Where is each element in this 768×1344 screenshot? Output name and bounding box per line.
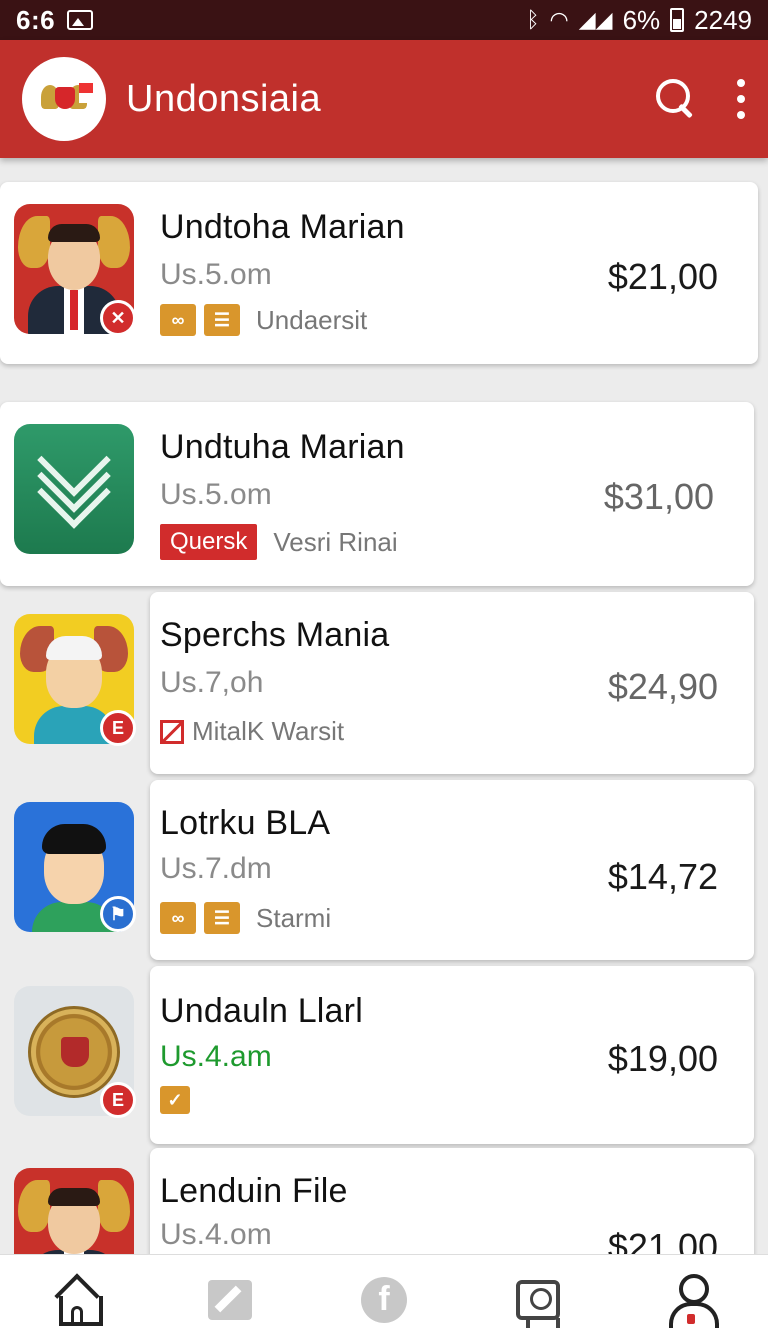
home-icon xyxy=(55,1278,103,1326)
app-bar: Undonsiaia xyxy=(0,40,768,158)
edit-badge-icon: E xyxy=(100,710,136,746)
list-item[interactable]: ✕ Undtoha Marian Us.5.om ∞ ☰ Undaersit $… xyxy=(0,182,758,364)
status-clock: 2249 xyxy=(694,4,752,35)
emblem-icon xyxy=(41,79,93,119)
nav-profile[interactable] xyxy=(661,1270,721,1330)
nav-edit[interactable] xyxy=(200,1270,260,1330)
item-title: Undtuha Marian xyxy=(160,428,405,466)
document-tag-icon: ☰ xyxy=(204,304,240,336)
app-actions xyxy=(656,79,746,119)
edit-icon xyxy=(208,1279,253,1320)
bluetooth-icon: ᛒ xyxy=(526,7,540,32)
photo-icon xyxy=(515,1279,560,1328)
link-tag-icon: ∞ xyxy=(160,902,196,934)
tools-badge-icon: ✕ xyxy=(100,300,136,336)
item-title: Lenduin File xyxy=(160,1172,348,1210)
bottom-navigation: f xyxy=(0,1254,768,1344)
wifi-icon: ◠ xyxy=(549,7,569,32)
item-subtitle: Us.4.am xyxy=(160,1040,272,1073)
item-tags: Quersk Vesri Rinai xyxy=(160,524,398,560)
item-title: Lotrku BLA xyxy=(160,804,331,842)
status-time: 6:6 xyxy=(16,4,56,35)
item-price: $14,72 xyxy=(607,856,718,897)
item-tag-label: Undaersit xyxy=(256,304,368,335)
link-tag-icon: ∞ xyxy=(160,304,196,336)
item-price: $24,90 xyxy=(607,666,718,707)
flag-badge-icon: ⚑ xyxy=(100,896,136,932)
item-tag-label: Vesri Rinai xyxy=(273,526,398,557)
item-title: Sperchs Mania xyxy=(160,616,390,654)
unavailable-tag-icon xyxy=(160,719,184,744)
battery-icon xyxy=(670,8,685,32)
document-tag-icon: ☰ xyxy=(204,902,240,934)
product-list: ✕ Undtoha Marian Us.5.om ∞ ☰ Undaersit $… xyxy=(0,158,768,1254)
status-bar: 6:6 ᛒ ◠ ◢◢ 6% 2249 xyxy=(0,0,768,40)
nav-photo[interactable] xyxy=(508,1270,568,1330)
list-item[interactable]: Undtuha Marian Us.5.om Quersk Vesri Rina… xyxy=(0,402,754,586)
item-thumbnail xyxy=(14,1168,134,1254)
item-tag-badge: Quersk xyxy=(160,524,258,560)
image-icon xyxy=(67,10,94,30)
item-tags: MitalK Warsit xyxy=(160,716,344,747)
signal-icon: ◢◢ xyxy=(578,7,613,32)
item-subtitle: Us.4.om xyxy=(160,1218,272,1251)
facebook-icon: f xyxy=(360,1276,407,1323)
item-price: $31,00 xyxy=(603,476,714,517)
item-title: Undtoha Marian xyxy=(160,208,405,246)
check-tag-icon: ✓ xyxy=(160,1086,190,1114)
nav-facebook[interactable]: f xyxy=(354,1270,414,1330)
app-logo[interactable] xyxy=(22,57,106,141)
nav-home[interactable] xyxy=(47,1270,107,1330)
item-subtitle: Us.5.om xyxy=(160,478,272,511)
search-icon[interactable] xyxy=(656,79,696,119)
item-thumbnail xyxy=(14,424,134,554)
profile-icon xyxy=(667,1273,720,1328)
app-title: Undonsiaia xyxy=(126,77,322,120)
item-price: $21.00 xyxy=(607,1226,718,1254)
item-price: $21,00 xyxy=(607,256,718,297)
item-tag-label: Starmi xyxy=(256,902,332,933)
item-subtitle: Us.7.dm xyxy=(160,852,272,885)
item-tags: ✓ xyxy=(160,1086,190,1114)
item-title: Undauln Llarl xyxy=(160,992,363,1030)
edit-badge-icon: E xyxy=(100,1082,136,1118)
more-options-icon[interactable] xyxy=(736,79,746,119)
item-subtitle: Us.7,oh xyxy=(160,666,264,699)
battery-percent: 6% xyxy=(622,4,661,35)
item-price: $19,00 xyxy=(607,1038,718,1079)
item-tag-label: MitalK Warsit xyxy=(192,716,345,746)
status-indicators: ᛒ ◠ ◢◢ 6% 2249 xyxy=(526,5,752,36)
item-subtitle: Us.5.om xyxy=(160,258,272,291)
item-tags: ∞ ☰ Starmi xyxy=(160,902,331,934)
item-tags: ∞ ☰ Undaersit xyxy=(160,304,367,336)
